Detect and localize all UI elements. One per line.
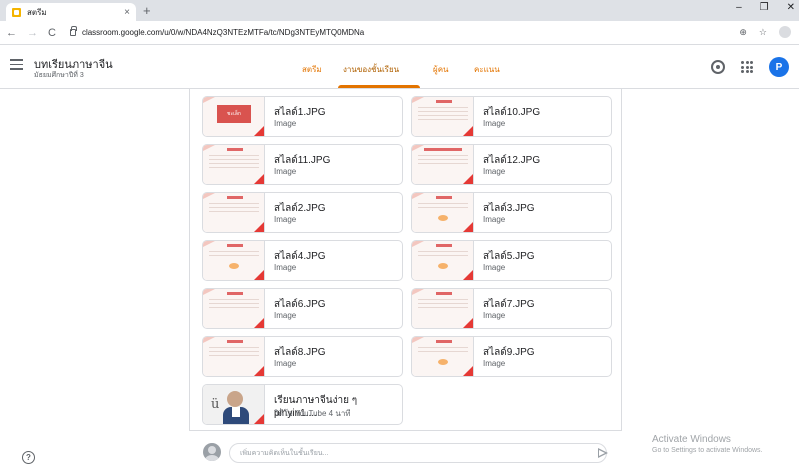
slide-thumbnail xyxy=(203,241,265,280)
attachment-name: สไลด์5.JPG xyxy=(483,251,535,262)
restore-button[interactable]: ❐ xyxy=(760,2,769,13)
apps-grid-icon[interactable] xyxy=(741,61,753,73)
title-slide-label: ชะเล็ก xyxy=(217,105,251,123)
classroom-header: บทเรียนภาษาจีน มัธยมศึกษาปีที่ 3 สตรีม ง… xyxy=(0,45,799,89)
attachment-name: สไลด์7.JPG xyxy=(483,299,535,310)
reload-button[interactable]: C xyxy=(48,27,56,39)
attachment-type: Image xyxy=(483,263,506,272)
attachment-type: Image xyxy=(274,119,297,128)
bookmark-star-icon[interactable]: ☆ xyxy=(759,27,767,38)
attachment-name: สไลด์3.JPG xyxy=(483,203,535,214)
zoom-icon[interactable]: ⊕ xyxy=(739,27,747,38)
attachment-type: Image xyxy=(274,263,297,272)
slide-thumbnail xyxy=(412,145,474,184)
attachment-card[interactable]: สไลด์8.JPG Image xyxy=(202,336,403,377)
active-tab-indicator xyxy=(338,85,420,88)
help-icon[interactable]: ? xyxy=(22,451,35,464)
assignment-attachments-panel: ชะเล็ก สไลด์1.JPG Image สไลด์10.JPG Imag… xyxy=(189,89,622,473)
close-window-button[interactable]: ✕ xyxy=(787,2,795,13)
forward-button[interactable]: → xyxy=(27,27,38,39)
classroom-favicon-icon xyxy=(12,7,21,17)
attachment-name: สไลด์6.JPG xyxy=(274,299,326,310)
close-tab-icon[interactable]: × xyxy=(124,7,130,18)
slide-thumbnail xyxy=(412,193,474,232)
classroom-tabs: สตรีม งานของชั้นเรียน ผู้คน คะแนน xyxy=(0,45,799,89)
attachment-name: สไลด์9.JPG xyxy=(483,347,535,358)
slide-thumbnail xyxy=(203,193,265,232)
window-controls: – ❐ ✕ xyxy=(736,2,795,13)
attachment-type: Image xyxy=(274,167,297,176)
address-bar-actions: ⊕ ☆ xyxy=(739,26,791,38)
attachment-type: Image xyxy=(483,119,506,128)
address-bar-row: ← → C classroom.google.com/u/0/w/NDA4NzQ… xyxy=(0,21,799,45)
avatar[interactable]: P xyxy=(769,57,789,77)
attachment-card[interactable]: สไลด์6.JPG Image xyxy=(202,288,403,329)
minimize-button[interactable]: – xyxy=(736,2,742,13)
new-tab-button[interactable]: + xyxy=(143,3,151,18)
watermark-line-1: Activate Windows xyxy=(652,434,731,445)
attachment-name: สไลด์11.JPG xyxy=(274,155,331,166)
attachment-card[interactable]: สไลด์4.JPG Image xyxy=(202,240,403,281)
attachment-name: สไลด์1.JPG xyxy=(274,107,326,118)
slide-thumbnail xyxy=(412,289,474,328)
attachment-card[interactable]: สไลด์11.JPG Image xyxy=(202,144,403,185)
browser-profile-icon[interactable] xyxy=(779,26,791,38)
activate-windows-watermark: Activate Windows Go to Settings to activ… xyxy=(652,434,763,454)
url-field[interactable]: classroom.google.com/u/0/w/NDA4NzQ3NTEzM… xyxy=(69,26,365,37)
class-comment-bar: เพิ่มความคิดเห็นในชั้นเรียน... xyxy=(189,430,622,473)
send-icon[interactable] xyxy=(598,448,608,458)
attachment-type: Image xyxy=(274,215,297,224)
browser-tab-title: สตรีม xyxy=(27,7,47,17)
slide-thumbnail xyxy=(203,145,265,184)
attachment-card[interactable]: สไลด์9.JPG Image xyxy=(411,336,612,377)
attachment-card[interactable]: ชะเล็ก สไลด์1.JPG Image xyxy=(202,96,403,137)
video-meta: วิดีโอ YouTube 4 นาที xyxy=(274,409,351,418)
attachment-type: Image xyxy=(274,359,297,368)
tab-classwork[interactable]: งานของชั้นเรียน xyxy=(343,63,399,76)
lock-icon xyxy=(69,26,77,36)
attachment-card[interactable]: สไลด์12.JPG Image xyxy=(411,144,612,185)
slide-thumbnail xyxy=(203,337,265,376)
gear-icon[interactable] xyxy=(711,60,725,74)
slide-thumbnail xyxy=(203,289,265,328)
attachment-name: สไลด์12.JPG xyxy=(483,155,541,166)
commenter-avatar xyxy=(203,443,221,461)
attachment-card[interactable]: สไลด์3.JPG Image xyxy=(411,192,612,233)
attachment-name: สไลด์10.JPG xyxy=(483,107,541,118)
attachment-name: สไลด์4.JPG xyxy=(274,251,326,262)
slide-thumbnail xyxy=(412,97,474,136)
attachment-card[interactable]: สไลด์5.JPG Image xyxy=(411,240,612,281)
class-comment-input[interactable]: เพิ่มความคิดเห็นในชั้นเรียน... xyxy=(229,443,607,463)
back-button[interactable]: ← xyxy=(6,27,17,39)
browser-tab-strip: สตรีม × + – ❐ ✕ xyxy=(0,0,799,21)
watermark-line-2: Go to Settings to activate Windows. xyxy=(652,447,763,454)
attachment-type: Image xyxy=(483,215,506,224)
youtube-corner-icon xyxy=(254,414,264,424)
tab-grades[interactable]: คะแนน xyxy=(474,63,500,76)
browser-tab[interactable]: สตรีม × xyxy=(6,3,136,21)
video-attachment-card[interactable]: ü เรียนภาษาจีนง่าย ๆ pinyin1.... วิดีโอ … xyxy=(202,384,403,425)
slide-thumbnail xyxy=(412,241,474,280)
attachment-type: Image xyxy=(483,167,506,176)
tab-stream[interactable]: สตรีม xyxy=(302,63,322,76)
attachment-card[interactable]: สไลด์10.JPG Image xyxy=(411,96,612,137)
slide-thumbnail: ชะเล็ก xyxy=(203,97,265,136)
pinyin-glyph: ü xyxy=(211,397,220,412)
attachment-type: Image xyxy=(483,311,506,320)
video-thumbnail: ü xyxy=(203,385,265,424)
attachment-type: Image xyxy=(483,359,506,368)
attachment-card[interactable]: สไลด์7.JPG Image xyxy=(411,288,612,329)
url-text: classroom.google.com/u/0/w/NDA4NzQ3NTEzM… xyxy=(81,28,365,37)
tab-people[interactable]: ผู้คน xyxy=(433,63,449,76)
header-actions: P xyxy=(711,57,789,77)
slide-thumbnail xyxy=(412,337,474,376)
attachment-name: สไลด์2.JPG xyxy=(274,203,326,214)
attachment-card[interactable]: สไลด์2.JPG Image xyxy=(202,192,403,233)
attachment-name: สไลด์8.JPG xyxy=(274,347,326,358)
attachment-type: Image xyxy=(274,311,297,320)
